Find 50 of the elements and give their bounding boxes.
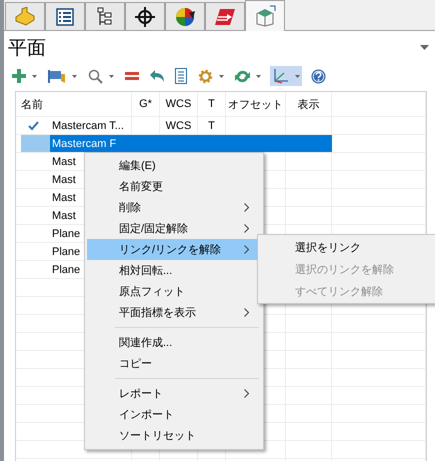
column-header[interactable]: 名前 — [16, 92, 132, 116]
menu-item[interactable]: 固定/固定解除 — [87, 218, 261, 239]
menu-item[interactable]: コピー — [87, 353, 261, 374]
menu-item[interactable]: 原点フィット — [87, 281, 261, 302]
menu-item[interactable]: 平面指標を表示 — [87, 302, 261, 323]
column-header[interactable]: WCS — [160, 92, 198, 116]
help-icon — [311, 68, 326, 84]
axes-icon — [272, 68, 289, 84]
panel-tab[interactable] — [125, 2, 165, 30]
equals-icon — [125, 71, 139, 81]
menu-item[interactable]: 選択をリンク — [260, 236, 435, 258]
column-header[interactable]: 表示 — [286, 92, 332, 116]
column-header[interactable]: G* — [132, 92, 160, 116]
undo-arrow-icon — [150, 70, 164, 82]
menu-item[interactable]: レポート — [87, 383, 261, 404]
table-cell[interactable]: Mastercam T... — [50, 117, 132, 134]
column-header[interactable]: T — [198, 92, 226, 116]
menu-item[interactable]: 編集(E) — [87, 155, 261, 176]
menu-item[interactable]: 相対回転... — [87, 260, 261, 281]
panel-tab[interactable] — [85, 2, 125, 30]
document-icon — [175, 68, 187, 84]
logo-icon — [214, 8, 236, 26]
flag-icon — [48, 69, 66, 83]
list-icon — [56, 8, 74, 26]
menu-item[interactable]: 関連作成... — [87, 332, 261, 353]
tree-icon — [97, 6, 113, 26]
plane-cube-icon — [254, 5, 276, 27]
table-cell: WCS — [166, 120, 192, 132]
table-cell[interactable]: Mastercam F — [50, 135, 132, 152]
settings-icon — [198, 68, 213, 84]
menu-item[interactable]: 名前変更 — [87, 176, 261, 197]
toolbar-button[interactable] — [173, 66, 189, 86]
color-ball-icon — [175, 6, 195, 26]
dropdown-caret-icon[interactable] — [420, 45, 429, 50]
block-icon — [14, 6, 36, 26]
table-cell — [286, 135, 332, 152]
panel-tab[interactable] — [45, 2, 85, 30]
panel-title: 平面 — [8, 36, 46, 60]
column-header[interactable]: オフセット — [226, 92, 286, 116]
toolbar-button[interactable] — [270, 66, 302, 86]
panel-tab[interactable] — [165, 2, 205, 30]
table-cell: T — [208, 120, 215, 132]
plus-icon — [12, 69, 26, 83]
search-icon — [88, 68, 103, 84]
toolbar-button[interactable] — [10, 66, 39, 86]
refresh-icon — [235, 68, 250, 84]
menu-item[interactable]: インポート — [87, 404, 261, 425]
menu-item[interactable]: ソートリセット — [87, 425, 261, 446]
menu-item[interactable]: 削除 — [87, 197, 261, 218]
crosshair-icon — [135, 6, 155, 26]
